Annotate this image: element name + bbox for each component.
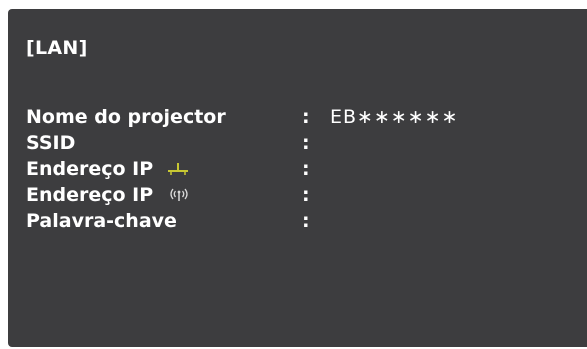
- info-row-ip-wired: Endereço IP :: [26, 156, 586, 182]
- row-colon: :: [302, 184, 310, 206]
- row-label: Palavra-chave: [26, 210, 177, 232]
- info-row-ssid: SSID :: [26, 130, 586, 156]
- row-label-group: Endereço IP: [26, 156, 189, 183]
- row-label-group: Endereço IP: [26, 182, 191, 209]
- row-colon: :: [302, 158, 310, 180]
- info-row-passphrase: Palavra-chave :: [26, 208, 586, 234]
- wireless-lan-icon: [167, 183, 191, 209]
- lan-info-screen: [LAN] Nome do projector : EB∗∗∗∗∗∗ SSID …: [8, 9, 587, 347]
- projector-name-value: EB∗∗∗∗∗∗: [330, 106, 459, 128]
- row-label: Endereço IP: [26, 184, 154, 206]
- row-label: Nome do projector: [26, 106, 226, 128]
- screen-title: [LAN]: [26, 37, 88, 59]
- row-colon: :: [302, 132, 310, 154]
- row-colon: :: [302, 210, 310, 232]
- row-label: SSID: [26, 132, 76, 154]
- row-label: Endereço IP: [26, 158, 154, 180]
- wired-lan-icon: [167, 157, 189, 183]
- info-row-projector-name: Nome do projector : EB∗∗∗∗∗∗: [26, 104, 586, 130]
- row-colon: :: [302, 106, 310, 128]
- info-row-ip-wireless: Endereço IP :: [26, 182, 586, 208]
